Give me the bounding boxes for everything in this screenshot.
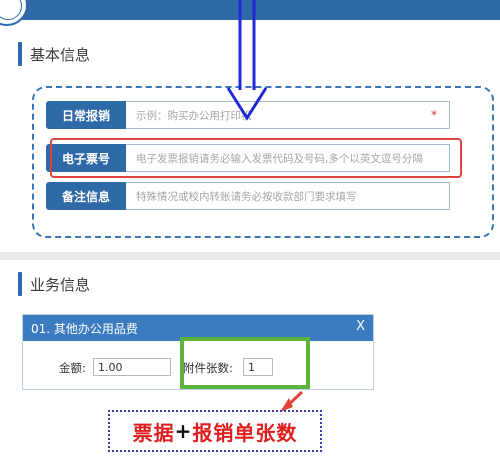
caption-plus: + [174, 419, 193, 443]
caption-part1: 票据 [132, 420, 175, 445]
caption-box: 票据 + 报销单张数 [108, 410, 322, 452]
red-pointer-arrow-icon [280, 390, 304, 412]
caption-part2: 报销单张数 [192, 420, 298, 445]
annotation-overlay [226, 0, 304, 412]
down-arrow-icon [226, 0, 268, 121]
